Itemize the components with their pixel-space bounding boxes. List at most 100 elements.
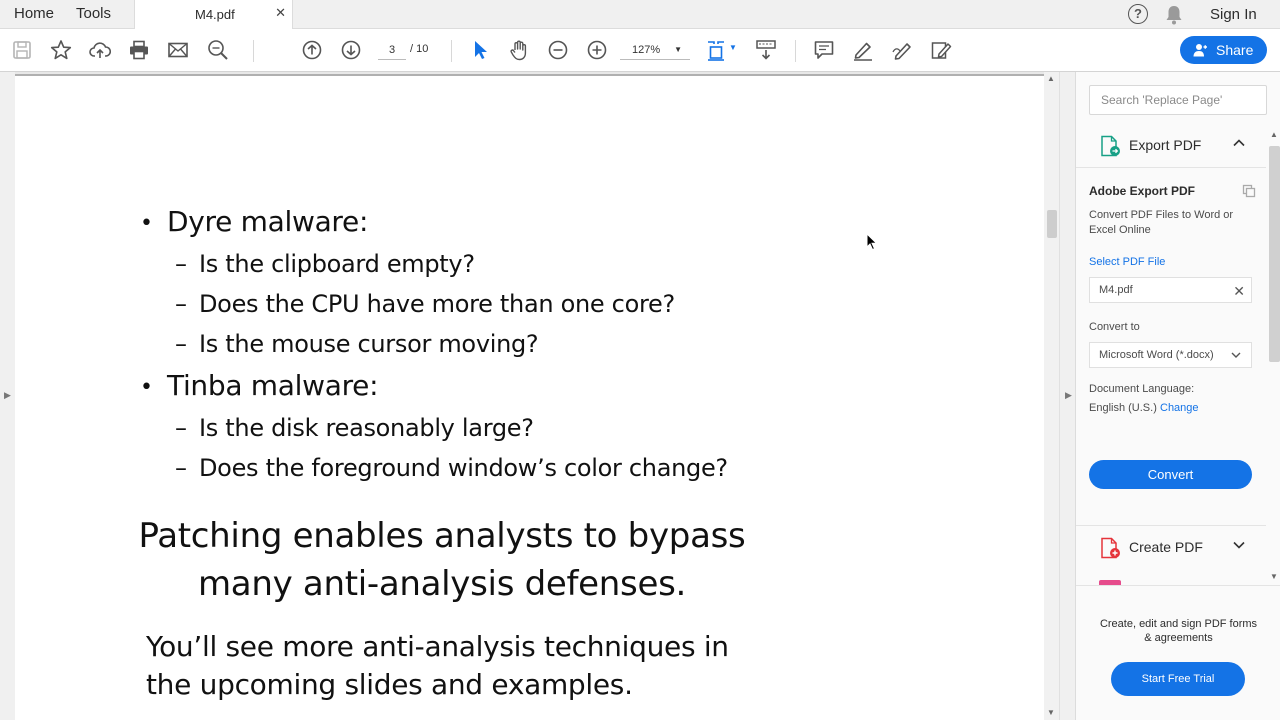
sub-bullet-item: Does the foreground window’s color chang… xyxy=(199,454,728,482)
bullet-marker: • xyxy=(140,211,153,236)
change-language-link[interactable]: Change xyxy=(1160,402,1199,414)
tab-bar: Home Tools M4.pdf ✕ ? Sign In xyxy=(0,0,1280,29)
chevron-down-icon[interactable] xyxy=(1232,538,1246,552)
convert-format-select[interactable]: Microsoft Word (*.docx) xyxy=(1089,342,1252,368)
statement-line: many anti-analysis defenses. xyxy=(197,564,687,604)
paragraph-line-cutoff: ▬ ▬▬▬ ▬▬▬ ▬▬▬▬▬ ▬▬▬▬ xyxy=(146,706,599,718)
paragraph-line: the upcoming slides and examples. xyxy=(146,668,633,701)
page-number-input[interactable]: 3 xyxy=(378,40,406,60)
paragraph-line: You’ll see more anti-analysis techniques… xyxy=(146,630,729,663)
fill-sign-icon[interactable] xyxy=(930,39,952,61)
share-user-icon xyxy=(1193,44,1207,57)
export-pdf-icon xyxy=(1101,135,1120,157)
promo-text: Create, edit and sign PDF forms & agreem… xyxy=(1099,618,1258,644)
tab-document[interactable]: M4.pdf ✕ xyxy=(134,0,293,29)
sub-bullet-item: Is the mouse cursor moving? xyxy=(199,330,539,358)
toolbar: 3 / 10 127% ▼ ▼ Share xyxy=(0,29,1280,72)
dash-marker: – xyxy=(175,290,187,318)
previous-page-icon[interactable] xyxy=(301,39,323,61)
highlight-pen-icon[interactable] xyxy=(852,39,874,61)
dash-marker: – xyxy=(175,250,187,278)
convert-button[interactable]: Convert xyxy=(1089,460,1252,489)
scroll-down-icon[interactable]: ▼ xyxy=(1270,572,1278,581)
left-pane-collapsed: ▶ xyxy=(0,72,15,720)
page-view-icon[interactable] xyxy=(705,39,727,61)
comment-icon[interactable] xyxy=(813,39,835,61)
zoom-level-value: 127% xyxy=(632,44,661,56)
print-icon[interactable] xyxy=(128,39,150,61)
sub-bullet-item: Does the CPU have more than one core? xyxy=(199,290,675,318)
bullet-heading-dyre: Dyre malware: xyxy=(167,205,369,238)
zoom-in-icon[interactable] xyxy=(586,39,608,61)
zoom-level-select[interactable]: 127% ▼ xyxy=(620,40,690,60)
sub-bullet-item: Is the disk reasonably large? xyxy=(199,414,534,442)
scroll-down-icon[interactable]: ▼ xyxy=(1047,708,1055,717)
chevron-up-icon[interactable] xyxy=(1232,136,1246,150)
tab-home[interactable]: Home xyxy=(14,5,54,22)
chevron-down-icon: ▼ xyxy=(674,45,682,54)
dash-marker: – xyxy=(175,454,187,482)
tools-pane-scrollbar[interactable]: ▲ ▼ xyxy=(1266,130,1280,585)
convert-format-value: Microsoft Word (*.docx) xyxy=(1099,349,1214,361)
selected-file-name: M4.pdf xyxy=(1099,284,1133,296)
copy-icon[interactable] xyxy=(1242,184,1256,198)
bell-icon[interactable] xyxy=(1165,5,1183,30)
export-pdf-header[interactable]: Export PDF xyxy=(1076,125,1266,167)
star-icon[interactable] xyxy=(50,39,72,61)
toolbar-separator xyxy=(795,40,796,62)
tools-pane: Search 'Replace Page' Export PDF Adobe E… xyxy=(1075,72,1280,720)
pdf-page: • Dyre malware: – Is the clipboard empty… xyxy=(15,74,1045,720)
section-divider xyxy=(1076,167,1266,168)
close-tab-icon[interactable]: ✕ xyxy=(275,5,286,21)
sign-in-link[interactable]: Sign In xyxy=(1210,6,1257,23)
save-icon[interactable] xyxy=(11,39,33,61)
dash-marker: – xyxy=(175,414,187,442)
document-language-value: English (U.S.) xyxy=(1089,402,1157,414)
scroll-up-icon[interactable]: ▲ xyxy=(1270,130,1278,139)
clear-file-icon[interactable]: ✕ xyxy=(1233,279,1245,303)
adobe-export-title: Adobe Export PDF xyxy=(1089,184,1196,198)
bullet-heading-tinba: Tinba malware: xyxy=(167,369,379,402)
chevron-down-icon[interactable]: ▼ xyxy=(729,43,737,52)
statement-line: Patching enables analysts to bypass xyxy=(138,516,746,556)
expand-left-pane-icon[interactable]: ▶ xyxy=(4,390,11,401)
tab-tools[interactable]: Tools xyxy=(76,5,111,22)
toolbar-separator xyxy=(253,40,254,62)
export-pdf-label: Export PDF xyxy=(1129,137,1202,153)
email-icon[interactable] xyxy=(167,39,189,61)
document-language-label: Document Language: xyxy=(1089,383,1195,395)
select-cursor-icon[interactable] xyxy=(469,39,491,61)
find-zoom-icon[interactable] xyxy=(207,39,229,61)
share-button-label: Share xyxy=(1216,42,1254,58)
scroll-up-icon[interactable]: ▲ xyxy=(1047,74,1055,83)
adobe-export-description: Convert PDF Files to Word or Excel Onlin… xyxy=(1089,209,1234,236)
scrollbar-thumb[interactable] xyxy=(1269,146,1280,362)
tools-search-input[interactable]: Search 'Replace Page' xyxy=(1089,85,1267,115)
promo-section: Create, edit and sign PDF forms & agreem… xyxy=(1076,585,1280,720)
dash-marker: – xyxy=(175,330,187,358)
select-pdf-file-link[interactable]: Select PDF File xyxy=(1089,256,1165,268)
toolbar-separator xyxy=(451,40,452,62)
convert-to-label: Convert to xyxy=(1089,321,1140,333)
mouse-cursor-icon xyxy=(866,233,878,251)
scrollbar-thumb[interactable] xyxy=(1047,210,1057,238)
hand-tool-icon[interactable] xyxy=(508,39,530,61)
section-divider xyxy=(1076,525,1266,526)
upload-cloud-icon[interactable] xyxy=(89,39,111,61)
page-total: / 10 xyxy=(410,43,429,55)
start-free-trial-button[interactable]: Start Free Trial xyxy=(1111,662,1245,696)
next-page-icon[interactable] xyxy=(340,39,362,61)
help-icon[interactable]: ? xyxy=(1128,4,1148,24)
collapse-right-pane-icon[interactable]: ▶ xyxy=(1065,390,1072,401)
selected-file-field[interactable]: M4.pdf ✕ xyxy=(1089,277,1252,303)
scroll-mode-icon[interactable] xyxy=(755,39,777,61)
zoom-out-icon[interactable] xyxy=(547,39,569,61)
sub-bullet-item: Is the clipboard empty? xyxy=(199,250,475,278)
create-pdf-header[interactable]: Create PDF xyxy=(1076,527,1266,569)
document-scrollbar[interactable]: ▲ ▼ xyxy=(1044,72,1059,720)
right-pane-divider: ▶ xyxy=(1059,72,1075,720)
create-pdf-icon xyxy=(1101,537,1120,559)
chevron-down-icon xyxy=(1231,352,1241,358)
sign-pen-icon[interactable] xyxy=(891,39,913,61)
share-button[interactable]: Share xyxy=(1180,36,1267,64)
